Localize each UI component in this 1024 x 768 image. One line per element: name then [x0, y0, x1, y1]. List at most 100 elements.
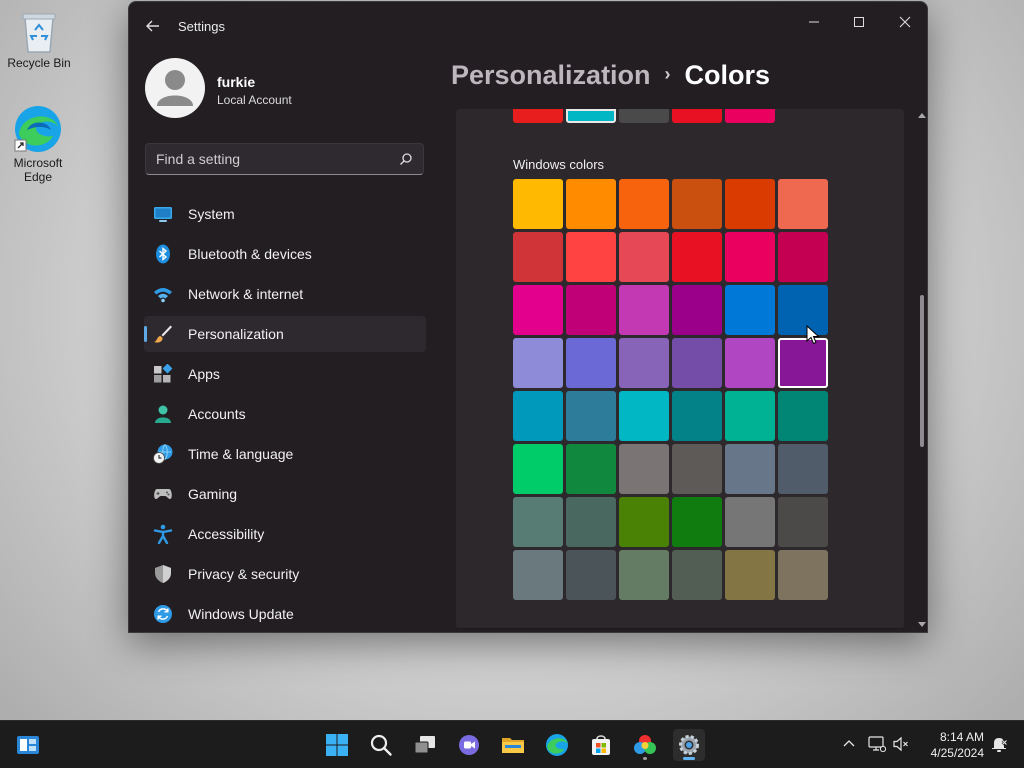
sidebar-item-network[interactable]: Network & internet: [144, 276, 426, 312]
color-swatch[interactable]: [619, 285, 669, 335]
color-swatch[interactable]: [513, 391, 563, 441]
network-status-button[interactable]: [866, 733, 888, 755]
scrollbar[interactable]: [916, 109, 927, 632]
clock-date: 4/25/2024: [930, 746, 984, 760]
color-swatch-selected[interactable]: [778, 338, 828, 388]
color-swatch[interactable]: [619, 391, 669, 441]
color-swatch[interactable]: [619, 444, 669, 494]
scroll-down-icon[interactable]: [918, 621, 926, 629]
color-swatch[interactable]: [672, 232, 722, 282]
color-swatch[interactable]: [672, 285, 722, 335]
color-swatch[interactable]: [778, 285, 828, 335]
sidebar-item-accounts[interactable]: Accounts: [144, 396, 426, 432]
windows-logo-icon: [326, 734, 348, 756]
color-swatch[interactable]: [672, 550, 722, 600]
color-swatch[interactable]: [566, 179, 616, 229]
color-swatch[interactable]: [619, 338, 669, 388]
close-button[interactable]: [882, 8, 927, 38]
volume-button[interactable]: [890, 733, 912, 755]
color-swatch[interactable]: [725, 497, 775, 547]
color-swatch[interactable]: [619, 497, 669, 547]
minimize-button[interactable]: [791, 8, 837, 38]
account-type: Local Account: [217, 93, 292, 107]
recent-color-swatch[interactable]: [513, 109, 563, 123]
color-swatch[interactable]: [513, 285, 563, 335]
color-swatch[interactable]: [566, 444, 616, 494]
widgets-button[interactable]: [12, 729, 44, 761]
scroll-up-icon[interactable]: [918, 111, 926, 119]
system-clock[interactable]: 8:14 AM 4/25/2024: [922, 729, 984, 761]
color-swatch[interactable]: [778, 497, 828, 547]
color-swatch[interactable]: [566, 391, 616, 441]
color-swatch[interactable]: [778, 391, 828, 441]
color-swatch[interactable]: [566, 497, 616, 547]
color-swatch[interactable]: [725, 179, 775, 229]
desktop-icon-edge[interactable]: Microsoft Edge: [0, 104, 76, 184]
file-explorer-button[interactable]: [497, 729, 529, 761]
avatar[interactable]: [145, 58, 205, 118]
desktop-icon-recycle-bin[interactable]: Recycle Bin: [1, 8, 77, 70]
color-swatch[interactable]: [778, 179, 828, 229]
color-swatch[interactable]: [725, 550, 775, 600]
start-button[interactable]: [321, 729, 353, 761]
sidebar-item-gaming[interactable]: Gaming: [144, 476, 426, 512]
maximize-button[interactable]: [836, 8, 882, 38]
breadcrumb-parent[interactable]: Personalization: [451, 60, 651, 90]
task-view-button[interactable]: [409, 729, 441, 761]
color-swatch[interactable]: [513, 550, 563, 600]
color-swatch[interactable]: [513, 232, 563, 282]
color-swatch[interactable]: [725, 338, 775, 388]
color-swatch[interactable]: [725, 285, 775, 335]
color-swatch[interactable]: [725, 232, 775, 282]
color-swatch[interactable]: [513, 444, 563, 494]
color-swatch[interactable]: [513, 179, 563, 229]
color-swatch[interactable]: [672, 444, 722, 494]
edge-button[interactable]: [541, 729, 573, 761]
color-swatch[interactable]: [513, 338, 563, 388]
sidebar-item-personalization[interactable]: Personalization: [144, 316, 426, 352]
minimize-icon: [809, 21, 819, 23]
sidebar-item-bluetooth[interactable]: Bluetooth & devices: [144, 236, 426, 272]
color-swatch[interactable]: [566, 338, 616, 388]
color-swatch[interactable]: [778, 232, 828, 282]
color-swatch[interactable]: [672, 391, 722, 441]
sidebar-item-accessibility[interactable]: Accessibility: [144, 516, 426, 552]
teams-chat-button[interactable]: [453, 729, 485, 761]
show-hidden-icons-button[interactable]: [838, 733, 860, 755]
recent-color-swatch[interactable]: [566, 109, 616, 123]
color-app-button[interactable]: [629, 729, 661, 761]
notifications-button[interactable]: [988, 733, 1010, 755]
user-name: furkie: [217, 74, 256, 90]
sidebar-item-windows-update[interactable]: Windows Update: [144, 596, 426, 632]
color-swatch[interactable]: [619, 179, 669, 229]
color-swatch[interactable]: [778, 444, 828, 494]
maximize-icon: [854, 17, 864, 27]
recent-color-swatch[interactable]: [619, 109, 669, 123]
recent-color-swatch[interactable]: [672, 109, 722, 123]
sidebar-item-privacy-security[interactable]: Privacy & security: [144, 556, 426, 592]
colors-content-card: Windows colors: [456, 109, 904, 629]
search-icon[interactable]: [399, 152, 413, 166]
color-swatch[interactable]: [672, 179, 722, 229]
color-swatch[interactable]: [566, 285, 616, 335]
search-button[interactable]: [365, 729, 397, 761]
color-swatch[interactable]: [778, 550, 828, 600]
color-swatch[interactable]: [725, 391, 775, 441]
scrollbar-thumb[interactable]: [920, 295, 924, 447]
back-button[interactable]: [143, 16, 163, 36]
settings-button[interactable]: [673, 729, 705, 761]
color-swatch[interactable]: [672, 497, 722, 547]
search-input[interactable]: [156, 144, 386, 174]
color-swatch[interactable]: [566, 550, 616, 600]
recent-color-swatch[interactable]: [725, 109, 775, 123]
color-swatch[interactable]: [619, 550, 669, 600]
color-swatch[interactable]: [566, 232, 616, 282]
color-swatch[interactable]: [619, 232, 669, 282]
sidebar-item-time-language[interactable]: Time & language: [144, 436, 426, 472]
color-swatch[interactable]: [725, 444, 775, 494]
sidebar-item-apps[interactable]: Apps: [144, 356, 426, 392]
color-swatch[interactable]: [672, 338, 722, 388]
sidebar-item-system[interactable]: System: [144, 196, 426, 232]
color-swatch[interactable]: [513, 497, 563, 547]
store-button[interactable]: [585, 729, 617, 761]
